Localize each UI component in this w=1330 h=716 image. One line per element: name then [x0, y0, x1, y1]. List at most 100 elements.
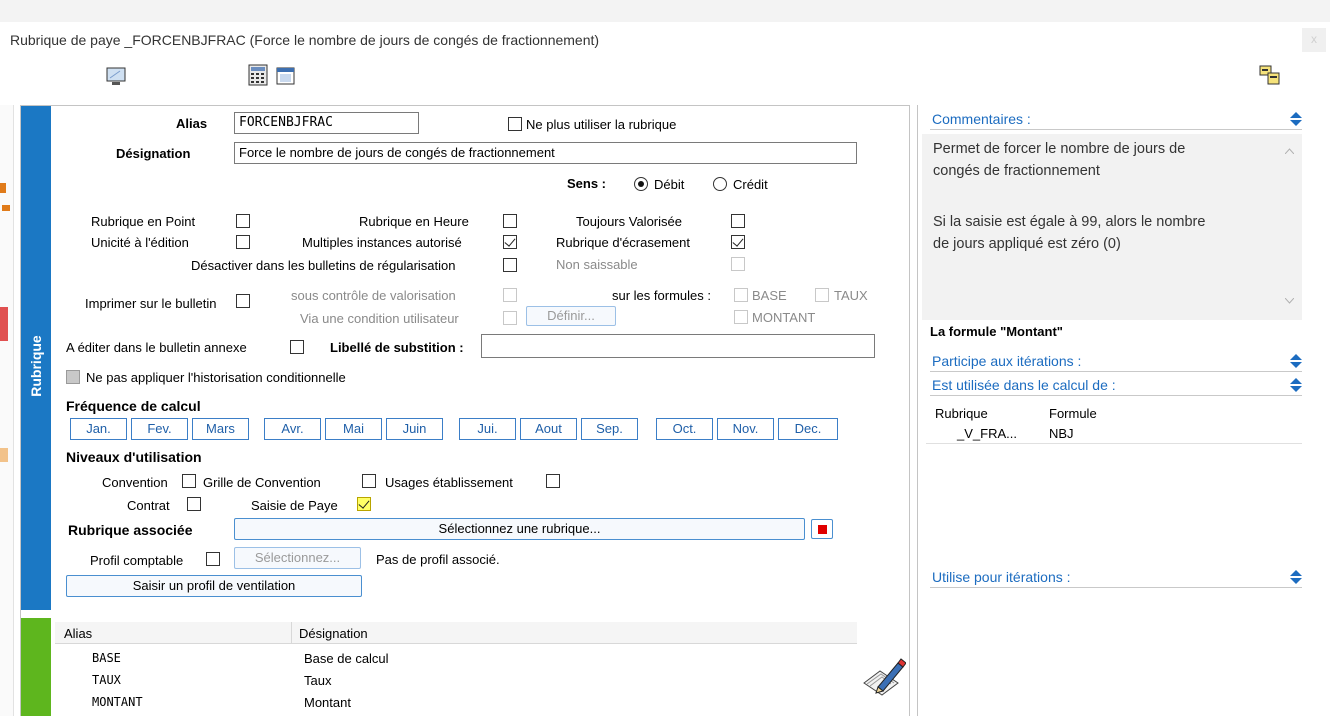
ecrasement-checkbox[interactable] [731, 235, 745, 249]
table-header-rubrique: Rubrique [935, 406, 988, 421]
background-app-edge [0, 105, 14, 716]
imprimer-checkbox[interactable] [236, 294, 250, 308]
month-avr[interactable]: Avr. [264, 418, 321, 440]
edit-pen-icon[interactable] [860, 657, 907, 700]
designation-input[interactable]: Force le nombre de jours de congés de fr… [234, 142, 857, 164]
rubrique-associee-label: Rubrique associée [68, 522, 193, 538]
alias-input[interactable]: FORCENBJFRAC [234, 112, 419, 134]
month-jan[interactable]: Jan. [70, 418, 127, 440]
table-header-divider [291, 622, 292, 644]
a-editer-label: A éditer dans le bulletin annexe [66, 340, 247, 355]
debit-label: Débit [654, 177, 685, 192]
background-orange-mark [0, 183, 6, 193]
scroll-down-icon[interactable] [1285, 298, 1294, 304]
rubrique-en-point-checkbox[interactable] [236, 214, 250, 228]
collapse-toggle-icon[interactable] [1290, 570, 1302, 584]
selectionnez-profil-button[interactable]: Sélectionnez... [234, 547, 361, 569]
base-checkbox[interactable] [734, 288, 748, 302]
month-aout[interactable]: Aout [520, 418, 577, 440]
montant-checkbox[interactable] [734, 310, 748, 324]
desactiver-checkbox[interactable] [503, 258, 517, 272]
non-saissable-checkbox[interactable] [731, 257, 745, 271]
a-editer-checkbox[interactable] [290, 340, 304, 354]
alias-label: Alias [176, 116, 208, 131]
grille-checkbox[interactable] [362, 474, 376, 488]
collapse-toggle-icon[interactable] [1290, 354, 1302, 368]
profil-comptable-checkbox[interactable] [206, 552, 220, 566]
close-button[interactable]: x [1302, 28, 1326, 52]
selectionnez-rubrique-button[interactable]: Sélectionnez une rubrique... [234, 518, 805, 540]
rubrique-tab[interactable]: Rubrique [21, 106, 51, 610]
calculator-icon[interactable] [248, 64, 268, 89]
month-dec[interactable]: Dec. [778, 418, 838, 440]
month-juin[interactable]: Juin [386, 418, 443, 440]
ecrasement-label: Rubrique d'écrasement [556, 235, 690, 250]
commentaires-header[interactable]: Commentaires : [930, 110, 1302, 130]
non-saissable-label: Non saissable [556, 257, 638, 272]
utilise-iterations-label: Utilise pour itérations : [932, 569, 1071, 585]
ne-plus-utiliser-checkbox[interactable] [508, 117, 522, 131]
designation-label: Désignation [116, 146, 191, 161]
month-oct[interactable]: Oct. [656, 418, 713, 440]
table-row[interactable]: MONTANT Montant [55, 693, 857, 713]
table-header-alias: Alias [64, 626, 93, 641]
debit-radio[interactable] [634, 177, 648, 191]
usages-checkbox[interactable] [546, 474, 560, 488]
table-row[interactable]: TAUX Taux [55, 671, 857, 691]
formula-table-header: Alias Désignation [55, 622, 857, 644]
red-square-icon [818, 525, 827, 534]
comment-line: Permet de forcer le nombre de jours de [933, 141, 1186, 157]
comment-line: congés de fractionnement [933, 163, 1100, 179]
utilise-iterations-header[interactable]: Utilise pour itérations : [930, 568, 1302, 588]
table-cell-designation: Taux [304, 673, 332, 688]
rubrique-en-heure-checkbox[interactable] [503, 214, 517, 228]
utilisee-header[interactable]: Est utilisée dans le calcul de : [930, 376, 1302, 396]
table-header-designation: Désignation [299, 626, 368, 641]
comment-line: Si la saisie est égale à 99, alors le no… [933, 214, 1206, 230]
multiples-checkbox[interactable] [503, 235, 517, 249]
taux-label: TAUX [834, 288, 868, 303]
convention-checkbox[interactable] [182, 474, 196, 488]
month-mars[interactable]: Mars [192, 418, 249, 440]
collapse-toggle-icon[interactable] [1290, 112, 1302, 126]
credit-radio[interactable] [713, 177, 727, 191]
libelle-substition-input[interactable] [481, 334, 875, 358]
copy-windows-icon[interactable] [1258, 64, 1282, 91]
toujours-valorisee-checkbox[interactable] [731, 214, 745, 228]
pas-de-profil-label: Pas de profil associé. [376, 552, 500, 567]
commentaires-label: Commentaires : [932, 111, 1031, 127]
month-fev[interactable]: Fev. [131, 418, 188, 440]
collapse-toggle-icon[interactable] [1290, 378, 1302, 392]
definir-button[interactable]: Définir... [526, 306, 616, 326]
table-row[interactable]: BASE Base de calcul [55, 649, 857, 669]
libelle-substition-label: Libellé de substition : [330, 340, 464, 355]
month-nov[interactable]: Nov. [717, 418, 774, 440]
credit-label: Crédit [733, 177, 768, 192]
formulas-tab[interactable] [21, 618, 51, 716]
right-panel-divider [917, 105, 918, 716]
taux-checkbox[interactable] [815, 288, 829, 302]
table-row[interactable]: _V_FRA... NBJ [926, 424, 1302, 444]
formula-table: Alias Désignation BASE Base de calcul TA… [55, 622, 857, 716]
comment-box[interactable]: Permet de forcer le nombre de jours de c… [922, 134, 1302, 320]
window-icon[interactable] [276, 66, 296, 89]
sous-controle-checkbox[interactable] [503, 288, 517, 302]
ne-pas-appliquer-checkbox[interactable] [66, 370, 80, 384]
desactiver-label: Désactiver dans les bulletins de régular… [191, 258, 456, 273]
participe-header[interactable]: Participe aux itérations : [930, 352, 1302, 372]
table-cell-designation: Base de calcul [304, 651, 389, 666]
month-jui[interactable]: Jui. [459, 418, 516, 440]
scroll-up-icon[interactable] [1285, 148, 1294, 154]
table-cell-formule: NBJ [1049, 426, 1074, 441]
monitor-icon[interactable] [106, 66, 126, 89]
clear-rubrique-button[interactable] [811, 519, 833, 539]
convention-label: Convention [102, 475, 168, 490]
profil-comptable-label: Profil comptable [90, 553, 184, 568]
saisir-profil-button[interactable]: Saisir un profil de ventilation [66, 575, 362, 597]
unicite-checkbox[interactable] [236, 235, 250, 249]
saisie-paye-checkbox[interactable] [357, 497, 371, 511]
via-condition-checkbox[interactable] [503, 311, 517, 325]
month-mai[interactable]: Mai [325, 418, 382, 440]
contrat-checkbox[interactable] [187, 497, 201, 511]
month-sep[interactable]: Sep. [581, 418, 638, 440]
